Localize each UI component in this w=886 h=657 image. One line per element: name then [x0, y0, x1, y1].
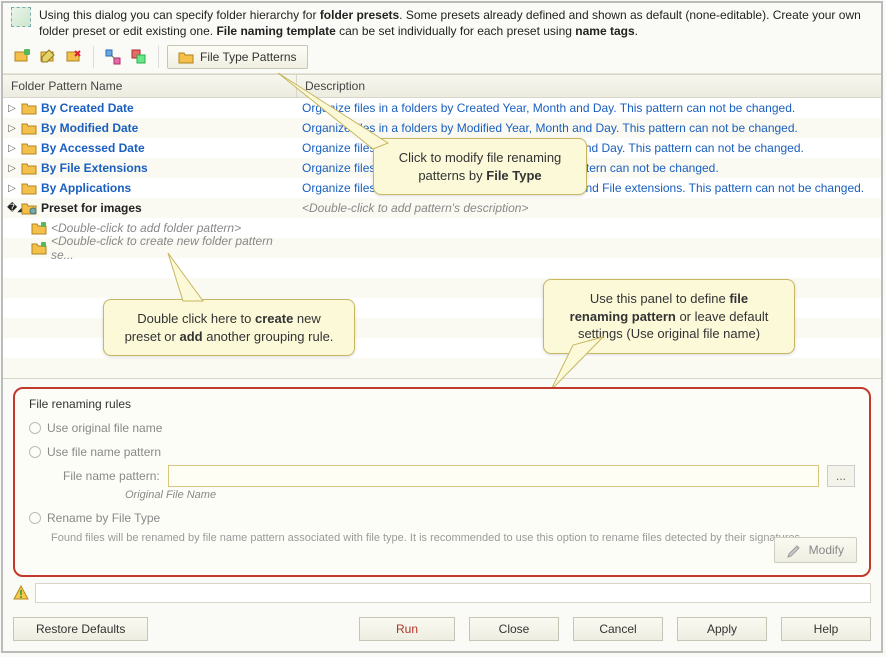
file-renaming-panel: File renaming rules Use original file na…: [13, 387, 871, 577]
opt-use-pattern[interactable]: Use file name pattern: [29, 445, 855, 459]
expand-icon[interactable]: ▷: [7, 183, 17, 194]
original-file-name-label: Original File Name: [125, 489, 855, 501]
rename-note: Found files will be renamed by file name…: [51, 531, 811, 546]
pattern-input[interactable]: [168, 465, 819, 487]
preset-name: By File Extensions: [41, 161, 148, 175]
preset-name: By Applications: [41, 181, 131, 195]
callout-file-type: Click to modify file renaming patterns b…: [373, 138, 587, 195]
t: or leave default: [676, 309, 769, 324]
radio-icon: [29, 422, 41, 434]
pencil-icon: [787, 542, 803, 558]
expand-icon[interactable]: ▷: [7, 163, 17, 174]
info-icon: [11, 7, 31, 27]
folder-icon: [21, 121, 37, 135]
run-button[interactable]: Run: [359, 617, 455, 641]
opt-label: Use file name pattern: [47, 445, 161, 459]
t: create: [255, 311, 293, 326]
link-icon[interactable]: [102, 46, 124, 68]
expand-icon[interactable]: ▷: [7, 103, 17, 114]
close-button[interactable]: Close: [469, 617, 559, 641]
pattern-browse-button[interactable]: ...: [827, 465, 855, 487]
t: File naming template: [216, 24, 335, 38]
folder-plus-icon: [31, 241, 47, 255]
t: file: [729, 291, 748, 306]
folder-icon: [21, 141, 37, 155]
table-row[interactable]: <Double-click to create new folder patte…: [3, 238, 881, 258]
folder-icon: [21, 181, 37, 195]
table-row[interactable]: ▷ By Created Date Organize files in a fold…: [3, 98, 881, 118]
t: add: [179, 329, 202, 344]
folder-plus-icon: [31, 221, 47, 235]
callout-double-click: Double click here to create new preset o…: [103, 299, 355, 356]
table-row[interactable]: �◢ Preset for images <Double-click to add …: [3, 198, 881, 218]
help-button[interactable]: Help: [781, 617, 871, 641]
opt-label: Use original file name: [47, 421, 162, 435]
collapse-icon[interactable]: �◢: [7, 203, 17, 214]
edit-preset-icon[interactable]: [37, 46, 59, 68]
opt-rename-by-type[interactable]: Rename by File Type: [29, 511, 855, 525]
preset-name: By Accessed Date: [41, 141, 145, 155]
t: patterns by: [418, 168, 486, 183]
folder-gear-icon: [21, 201, 37, 215]
toolbar: File Type Patterns: [3, 41, 881, 74]
preset-desc: Organize files in a folders by Modified …: [296, 121, 881, 135]
cancel-button[interactable]: Cancel: [573, 617, 663, 641]
apply-button[interactable]: Apply: [677, 617, 767, 641]
folder-icon: [21, 101, 37, 115]
t: File Type: [486, 168, 541, 183]
add-pattern-set[interactable]: <Double-click to create new folder patte…: [51, 234, 292, 262]
preset-name: Preset for images: [41, 201, 142, 215]
preset-desc[interactable]: <Double-click to add pattern's descripti…: [296, 201, 881, 215]
t: renaming pattern: [570, 309, 676, 324]
divider: [93, 46, 94, 68]
table-row-empty: [3, 358, 881, 378]
warning-icon: [13, 585, 29, 601]
t: another grouping rule.: [203, 329, 334, 344]
expand-icon[interactable]: ▷: [7, 123, 17, 134]
t: settings (Use original file name): [578, 326, 760, 341]
restore-defaults-button[interactable]: Restore Defaults: [13, 617, 148, 641]
radio-icon: [29, 446, 41, 458]
preset-desc: Organize files in a folders by Created Y…: [296, 101, 881, 115]
panel-legend: File renaming rules: [29, 397, 131, 411]
radio-icon: [29, 512, 41, 524]
expand-icon[interactable]: ▷: [7, 143, 17, 154]
t: preset or: [125, 329, 180, 344]
t: Using this dialog you can specify folder…: [39, 8, 320, 22]
t: Use this panel to define: [590, 291, 729, 306]
t: Double click here to: [137, 311, 255, 326]
modify-label: Modify: [809, 543, 844, 557]
preset-name: By Created Date: [41, 101, 134, 115]
t: can be set individually for each preset …: [336, 24, 575, 38]
t: .: [635, 24, 638, 38]
copy-icon[interactable]: [128, 46, 150, 68]
warning-bar: [35, 583, 871, 603]
preset-name: By Modified Date: [41, 121, 138, 135]
t: name tags: [575, 24, 634, 38]
folder-icon: [21, 161, 37, 175]
info-text: Using this dialog you can specify folder…: [39, 7, 873, 39]
callout-rename-panel: Use this panel to define file renaming p…: [543, 279, 795, 354]
divider: [158, 46, 159, 68]
col-header-desc[interactable]: Description: [296, 75, 881, 97]
file-type-patterns-button[interactable]: File Type Patterns: [167, 45, 308, 69]
opt-label: Rename by File Type: [47, 511, 160, 525]
table-row[interactable]: ▷ By Modified Date Organize files in a fol…: [3, 118, 881, 138]
add-folder-pattern[interactable]: <Double-click to add folder pattern>: [51, 221, 241, 235]
pattern-label: File name pattern:: [63, 469, 160, 483]
patterns-label: File Type Patterns: [200, 50, 297, 64]
t: new: [293, 311, 320, 326]
modify-button[interactable]: Modify: [774, 537, 857, 563]
delete-preset-icon[interactable]: [63, 46, 85, 68]
t: Click to modify file renaming: [399, 150, 562, 165]
folder-gear-icon: [178, 49, 194, 65]
t: folder presets: [320, 8, 399, 22]
new-preset-icon[interactable]: [11, 46, 33, 68]
opt-original-name[interactable]: Use original file name: [29, 421, 855, 435]
col-header-name[interactable]: Folder Pattern Name: [3, 75, 296, 97]
